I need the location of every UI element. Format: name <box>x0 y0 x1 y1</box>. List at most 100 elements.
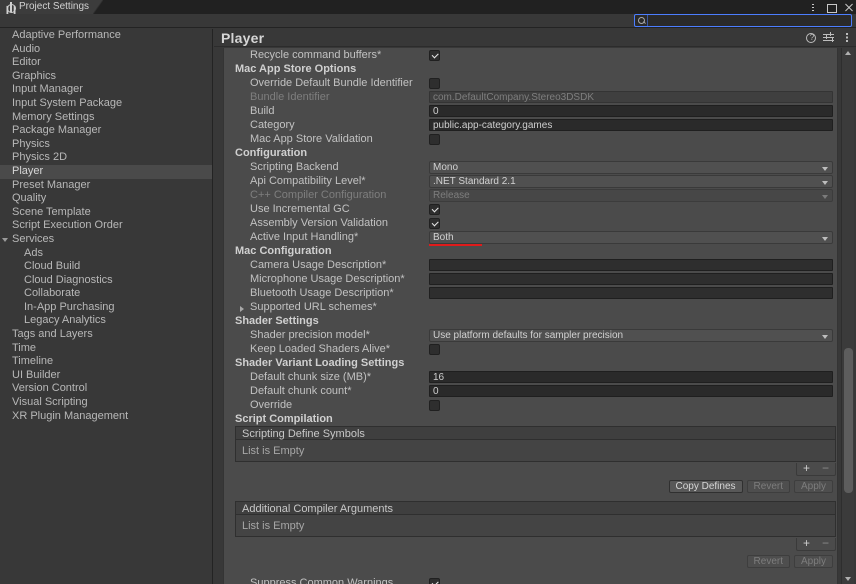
sidebar-item-player[interactable]: Player <box>0 164 212 179</box>
checkbox-recycle-command-buffers[interactable] <box>429 49 440 61</box>
row-default-chunk-count: Default chunk count* 0 <box>224 384 837 398</box>
row-mac-app-store-validation: Mac App Store Validation <box>224 132 837 146</box>
copy-defines-button[interactable]: Copy Defines <box>668 479 743 493</box>
input-default-chunk-size[interactable]: 16 <box>429 371 833 383</box>
label-cpp-compiler-configuration: C++ Compiler Configuration <box>250 189 387 201</box>
window-menu-icon[interactable] <box>808 3 817 12</box>
sidebar-item-services[interactable]: Services <box>0 233 212 247</box>
checkbox-keep-loaded-shaders-alive[interactable] <box>429 343 440 355</box>
foldout-supported-url-schemes[interactable]: Supported URL schemes* <box>224 301 429 313</box>
section-configuration: Configuration <box>235 147 308 159</box>
checkbox-suppress-common-warnings[interactable] <box>429 577 440 584</box>
sidebar-item-tags-and-layers[interactable]: Tags and Layers <box>0 328 212 342</box>
sidebar-item-label: XR Plugin Management <box>12 409 129 422</box>
settings-sidebar[interactable]: Adaptive Performance Audio Editor Graphics I… <box>0 29 213 584</box>
input-microphone-usage-description[interactable] <box>429 273 833 285</box>
sidebar-item-label: Physics <box>12 137 50 150</box>
label-scripting-backend: Scripting Backend <box>250 161 339 173</box>
sidebar-item-label: Timeline <box>12 355 54 368</box>
sidebar-item-input-manager[interactable]: Input Manager <box>0 83 212 97</box>
label-recycle-command-buffers: Recycle command buffers* <box>250 49 382 61</box>
sidebar-item-time[interactable]: Time <box>0 342 212 356</box>
row-camera-usage-description: Camera Usage Description* <box>224 258 837 272</box>
vertical-scrollbar[interactable] <box>841 48 854 584</box>
sidebar-item-label: Player <box>12 164 44 177</box>
sidebar-item-graphics[interactable]: Graphics <box>0 70 212 84</box>
sidebar-item-label: Graphics <box>12 69 57 82</box>
checkbox-override-bundle-identifier[interactable] <box>429 77 440 89</box>
panel-menu-icon[interactable] <box>841 32 852 43</box>
row-use-incremental-gc: Use Incremental GC <box>224 202 837 216</box>
help-icon[interactable] <box>806 32 817 44</box>
apply-defines-button[interactable]: Apply <box>793 479 833 493</box>
revert-defines-button[interactable]: Revert <box>746 479 790 493</box>
remove-button-scripting-define-symbols[interactable]: − <box>816 462 835 475</box>
checkbox-assembly-version-validation[interactable] <box>429 217 440 229</box>
sidebar-item-scene-template[interactable]: Scene Template <box>0 206 212 220</box>
sidebar-item-visual-scripting[interactable]: Visual Scripting <box>0 396 212 410</box>
scroll-down-arrow[interactable] <box>845 577 851 581</box>
sidebar-item-quality[interactable]: Quality <box>0 192 212 206</box>
sidebar-item-version-control[interactable]: Version Control <box>0 382 212 396</box>
close-icon[interactable] <box>844 3 853 12</box>
remove-button-additional-compiler-arguments[interactable]: − <box>816 537 835 550</box>
sidebar-item-label: Legacy Analytics <box>24 314 106 327</box>
input-bluetooth-usage-description[interactable] <box>429 287 833 299</box>
search-input[interactable] <box>647 15 851 26</box>
chevron-down-icon[interactable] <box>1 238 8 245</box>
apply-args-button[interactable]: Apply <box>793 554 833 568</box>
sidebar-item-adaptive-performance[interactable]: Adaptive Performance <box>0 29 212 43</box>
checkbox-override[interactable] <box>429 399 440 411</box>
sidebar-item-memory-settings[interactable]: Memory Settings <box>0 111 212 125</box>
row-keep-loaded-shaders-alive: Keep Loaded Shaders Alive* <box>224 342 837 356</box>
dropdown-api-compatibility-level[interactable]: .NET Standard 2.1 <box>429 174 833 188</box>
sidebar-item-cloud-build[interactable]: Cloud Build <box>0 260 212 274</box>
sidebar-item-ads[interactable]: Ads <box>0 247 212 261</box>
sidebar-item-in-app-purchasing[interactable]: In-App Purchasing <box>0 301 212 315</box>
sidebar-item-package-manager[interactable]: Package Manager <box>0 124 212 138</box>
sidebar-item-script-execution-order[interactable]: Script Execution Order <box>0 219 212 233</box>
revert-args-button[interactable]: Revert <box>746 554 790 568</box>
row-supported-url-schemes[interactable]: Supported URL schemes* <box>224 300 837 314</box>
sidebar-item-label: Collaborate <box>24 287 81 300</box>
maximize-icon[interactable] <box>826 3 837 13</box>
dropdown-scripting-backend[interactable]: Mono <box>429 160 833 174</box>
sidebar-item-legacy-analytics[interactable]: Legacy Analytics <box>0 314 212 328</box>
sidebar-item-editor[interactable]: Editor <box>0 56 212 70</box>
input-build[interactable]: 0 <box>429 105 833 117</box>
add-button-scripting-define-symbols[interactable]: + <box>797 462 816 475</box>
sidebar-item-xr-plugin-management[interactable]: XR Plugin Management <box>0 410 212 424</box>
sidebar-item-preset-manager[interactable]: Preset Manager <box>0 179 212 193</box>
sidebar-item-label: Script Execution Order <box>12 219 123 232</box>
row-scripting-backend: Scripting Backend Mono <box>224 160 837 174</box>
sidebar-item-collaborate[interactable]: Collaborate <box>0 287 212 301</box>
checkbox-use-incremental-gc[interactable] <box>429 203 440 215</box>
search-field-wrapper[interactable] <box>634 14 852 27</box>
sidebar-item-audio[interactable]: Audio <box>0 43 212 57</box>
sidebar-item-physics-2d[interactable]: Physics 2D <box>0 151 212 165</box>
sidebar-item-input-system-package[interactable]: Input System Package <box>0 97 212 111</box>
dropdown-shader-precision-model[interactable]: Use platform defaults for sampler precis… <box>429 328 833 342</box>
input-camera-usage-description[interactable] <box>429 259 833 271</box>
sidebar-item-cloud-diagnostics[interactable]: Cloud Diagnostics <box>0 274 212 288</box>
page-title: Player <box>221 29 265 46</box>
search-toolbar <box>0 14 856 28</box>
preset-icon[interactable] <box>823 32 834 43</box>
scrollbar-thumb[interactable] <box>844 348 853 493</box>
tab-project-settings[interactable]: Project Settings <box>0 0 104 14</box>
dropdown-active-input-handling[interactable]: Both <box>429 230 833 244</box>
scroll-up-arrow[interactable] <box>845 51 851 55</box>
section-shader-settings: Shader Settings <box>235 315 319 327</box>
label-override-bundle-identifier: Override Default Bundle Identifier <box>250 77 413 89</box>
input-category[interactable]: public.app-category.games <box>429 119 833 131</box>
sidebar-item-physics[interactable]: Physics <box>0 138 212 152</box>
label-category: Category <box>250 119 295 131</box>
add-button-additional-compiler-arguments[interactable]: + <box>797 537 816 550</box>
checkbox-mac-app-store-validation[interactable] <box>429 133 440 145</box>
input-default-chunk-count[interactable]: 0 <box>429 385 833 397</box>
sidebar-item-ui-builder[interactable]: UI Builder <box>0 369 212 383</box>
window-controls <box>808 0 853 14</box>
list-empty-scripting-define-symbols: List is Empty <box>235 440 836 462</box>
sidebar-item-timeline[interactable]: Timeline <box>0 355 212 369</box>
sidebar-item-label: Audio <box>12 42 41 55</box>
